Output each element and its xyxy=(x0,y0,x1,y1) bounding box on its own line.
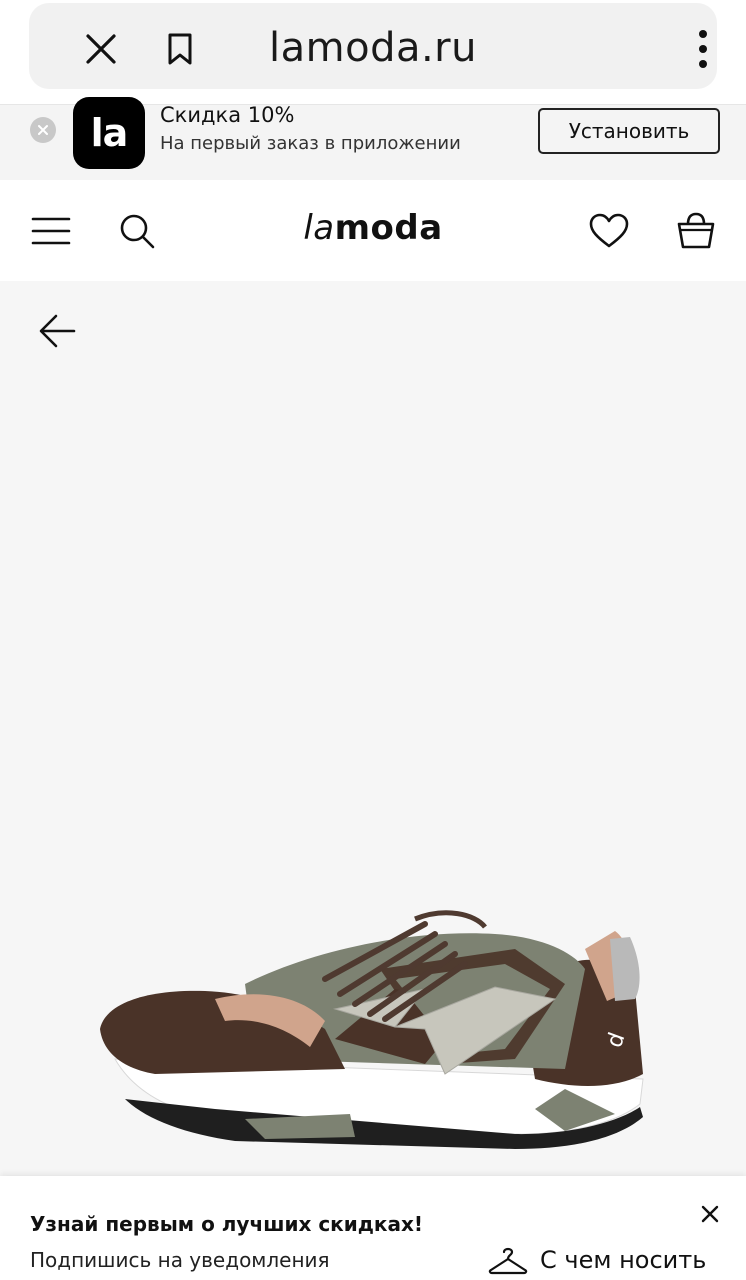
wear-with-label: С чем носить xyxy=(540,1246,707,1274)
close-icon[interactable] xyxy=(698,1202,722,1226)
browser-toolbar: lamoda.ru xyxy=(0,0,746,104)
banner-close-icon[interactable] xyxy=(30,117,56,143)
site-logo[interactable]: lamoda xyxy=(0,208,746,248)
wear-with-button[interactable]: С чем носить xyxy=(488,1242,706,1278)
logo-prefix: la xyxy=(303,208,335,248)
banner-subtitle: На первый заказ в приложении xyxy=(160,133,461,154)
product-image-sneaker[interactable]: d xyxy=(95,909,655,1176)
more-vertical-icon[interactable] xyxy=(685,27,721,71)
banner-title: Скидка 10% xyxy=(160,103,295,127)
notification-prompt: Узнай первым о лучших скидках! Подпишись… xyxy=(0,1176,746,1280)
back-arrow-icon[interactable] xyxy=(38,311,78,351)
logo-rest: moda xyxy=(334,208,443,248)
notify-subscribe-link[interactable]: Подпишись на уведомления xyxy=(30,1248,330,1272)
install-button[interactable]: Установить xyxy=(538,108,720,154)
hanger-icon xyxy=(488,1247,528,1275)
bag-icon[interactable] xyxy=(675,210,717,252)
notify-title: Узнай первым о лучших скидках! xyxy=(30,1212,424,1236)
url-text[interactable]: lamoda.ru xyxy=(29,25,717,71)
address-bar[interactable]: lamoda.ru xyxy=(29,3,717,89)
heart-icon[interactable] xyxy=(588,210,630,252)
app-logo: la xyxy=(73,97,145,169)
site-header: lamoda xyxy=(0,180,746,281)
product-gallery[interactable]: d xyxy=(0,281,746,1176)
app-install-banner: la Скидка 10% На первый заказ в приложен… xyxy=(0,97,746,181)
